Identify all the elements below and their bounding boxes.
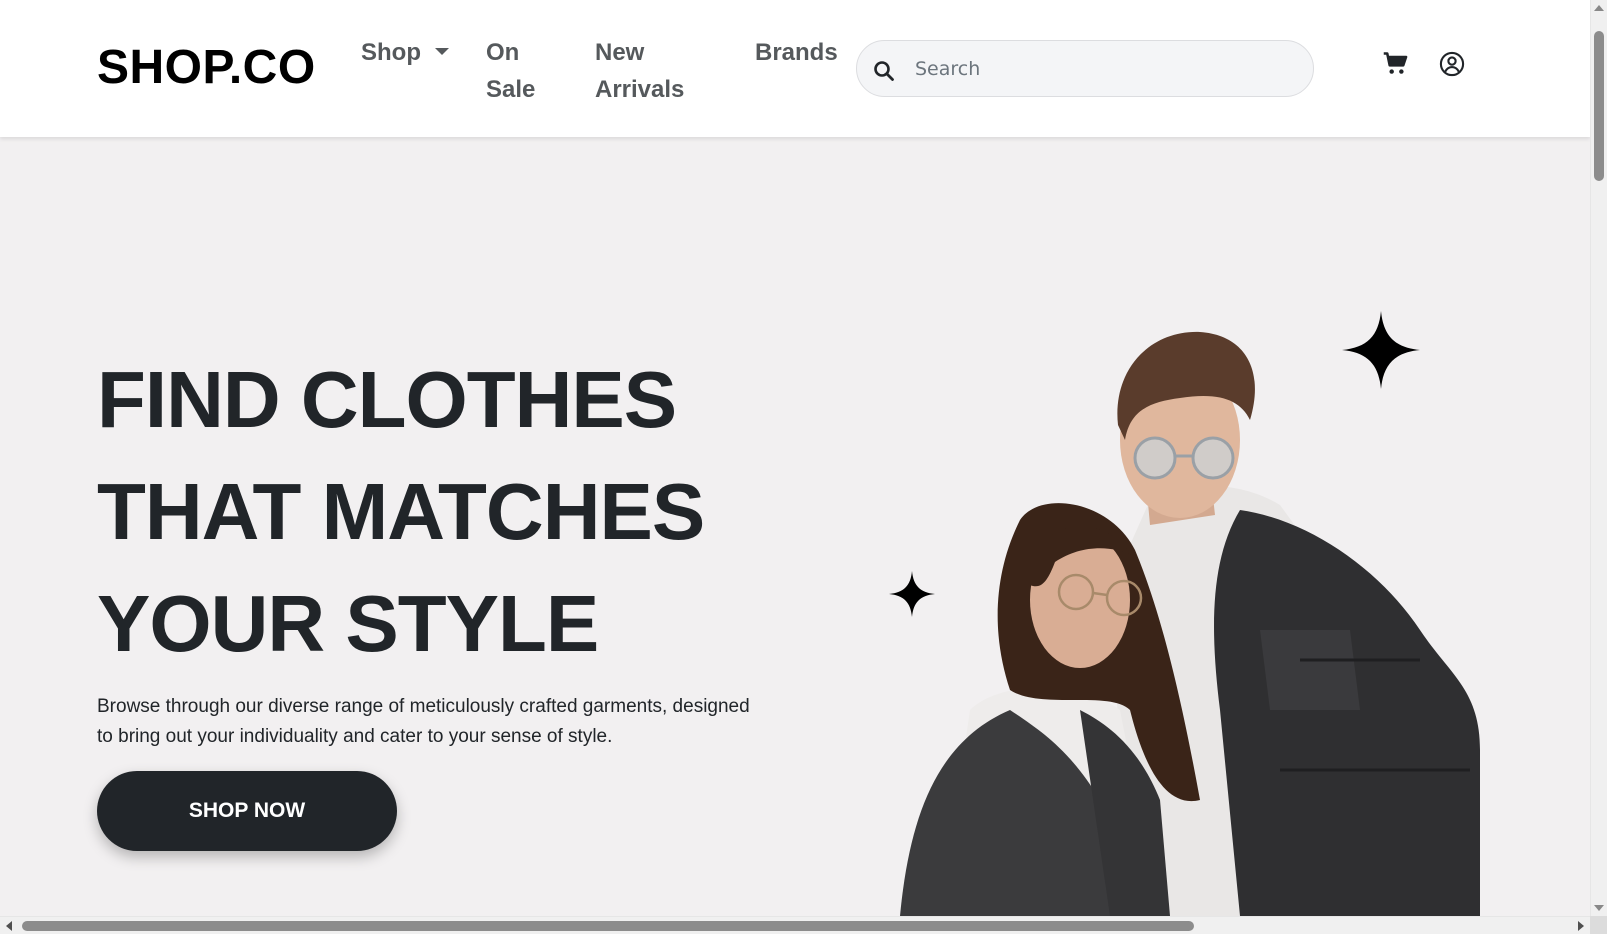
- nav-shop-dropdown[interactable]: Shop: [361, 34, 449, 71]
- browser-viewport: SHOP.CO Shop On Sale New Arrivals Brands: [0, 0, 1590, 916]
- caret-down-icon: [435, 48, 449, 55]
- scroll-up-arrow-icon[interactable]: [1594, 5, 1604, 11]
- shop-now-button[interactable]: SHOP NOW: [97, 771, 397, 851]
- scroll-left-arrow-icon[interactable]: [6, 921, 12, 931]
- search-icon[interactable]: [872, 59, 896, 83]
- horizontal-scrollbar[interactable]: [0, 916, 1590, 934]
- hero-models-image: [900, 331, 1480, 916]
- vertical-scrollbar[interactable]: [1590, 0, 1607, 916]
- hero-title: FIND CLOTHES THAT MATCHES YOUR STYLE: [97, 344, 817, 680]
- scrollbar-corner: [1590, 916, 1607, 934]
- site-logo[interactable]: SHOP.CO: [97, 40, 316, 95]
- nav-shop-label: Shop: [361, 39, 421, 66]
- scroll-down-arrow-icon[interactable]: [1594, 905, 1604, 911]
- nav-on-sale-link[interactable]: On Sale: [486, 34, 556, 108]
- hero-description: Browse through our diverse range of meti…: [97, 696, 750, 747]
- scroll-right-arrow-icon[interactable]: [1578, 921, 1584, 931]
- hero-title-line: THAT MATCHES: [97, 467, 705, 556]
- nav-new-arrivals-link[interactable]: New Arrivals: [595, 34, 705, 108]
- search-bar: [856, 40, 1314, 97]
- site-header: SHOP.CO Shop On Sale New Arrivals Brands: [0, 0, 1590, 137]
- nav-brands-link[interactable]: Brands: [755, 34, 838, 71]
- horizontal-scroll-thumb[interactable]: [22, 921, 1194, 931]
- cart-icon[interactable]: [1382, 50, 1410, 78]
- vertical-scroll-thumb[interactable]: [1594, 31, 1604, 181]
- hero-title-line: FIND CLOTHES: [97, 355, 677, 444]
- hero-title-line: YOUR STYLE: [97, 579, 599, 668]
- search-input[interactable]: [915, 41, 1295, 96]
- user-circle-icon[interactable]: [1438, 50, 1466, 78]
